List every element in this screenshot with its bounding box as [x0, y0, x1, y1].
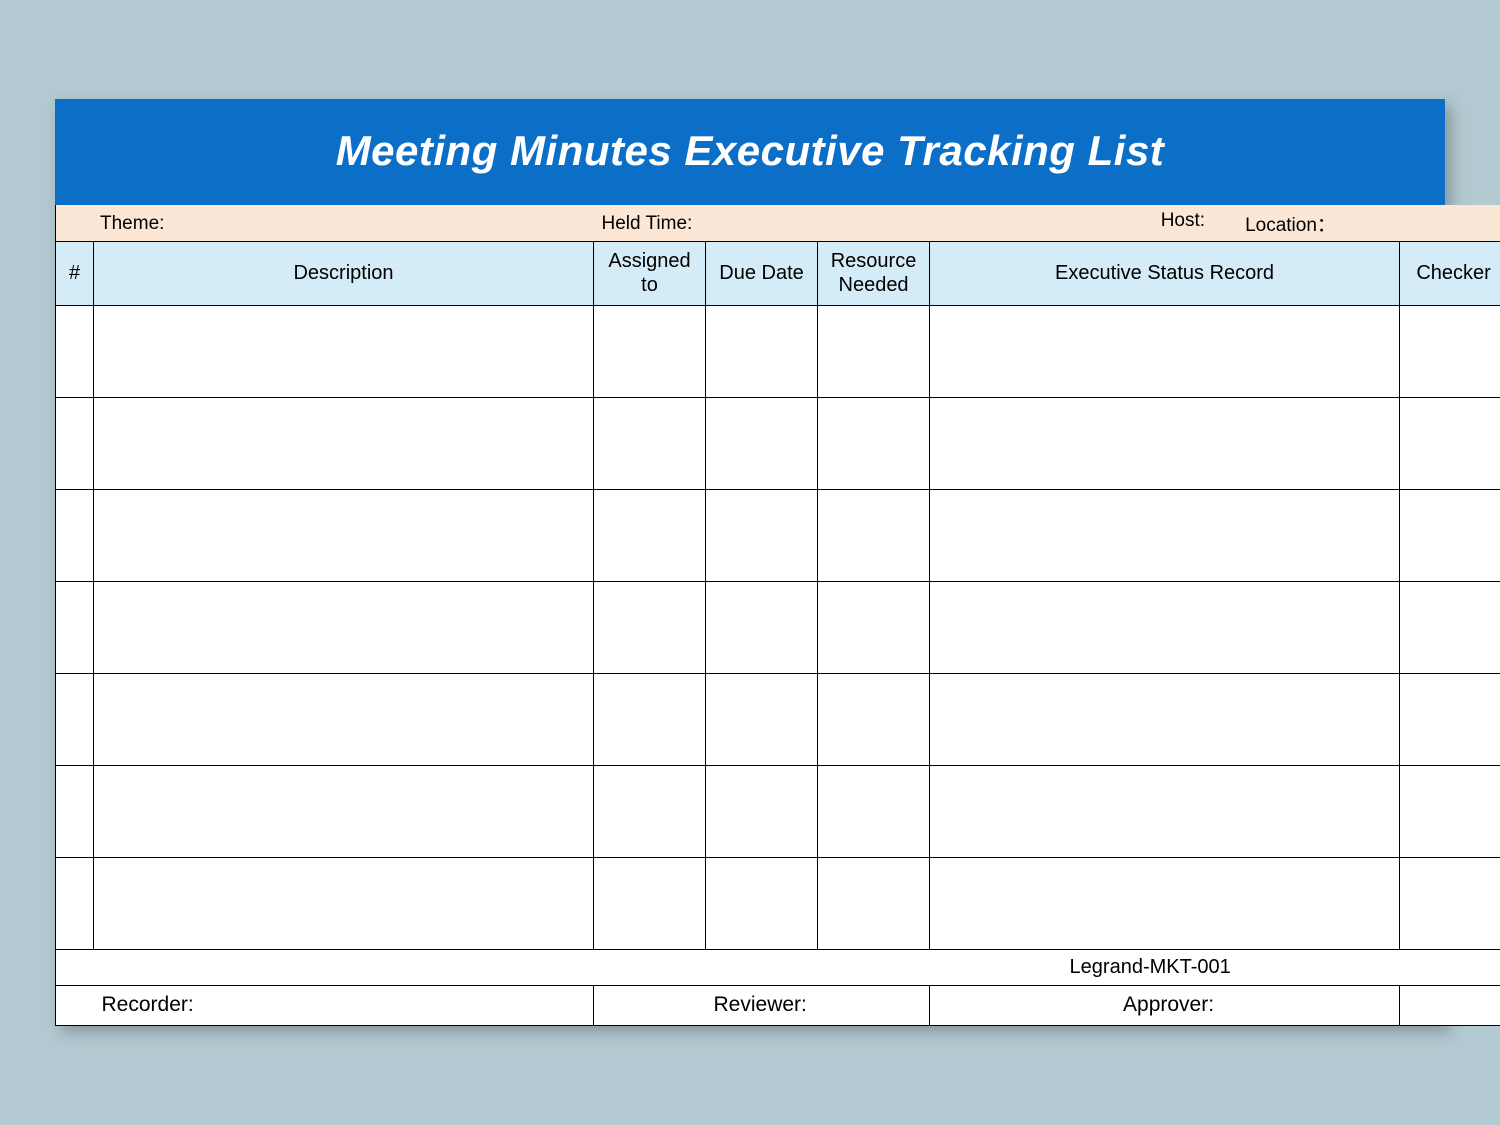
- column-header-row: # Description Assigned to Due Date Resou…: [56, 241, 1500, 305]
- held-time-label: Held Time:: [602, 213, 693, 234]
- meta-row: Theme: Held Time: Host: Location：: [56, 205, 1500, 241]
- col-header-resource-needed: Resource Needed: [818, 241, 930, 305]
- col-header-status-record: Executive Status Record: [930, 241, 1400, 305]
- meeting-minutes-document: Meeting Minutes Executive Tracking List …: [55, 99, 1445, 1026]
- theme-label: Theme:: [100, 213, 164, 234]
- table-row: [56, 765, 1500, 857]
- col-header-checker: Checker: [1400, 241, 1500, 305]
- recorder-label: Recorder:: [102, 993, 194, 1016]
- col-header-description: Description: [94, 241, 594, 305]
- approver-label: Approver:: [1123, 993, 1214, 1016]
- reviewer-label: Reviewer:: [714, 993, 807, 1016]
- table-row: [56, 673, 1500, 765]
- table-row: [56, 581, 1500, 673]
- col-header-assigned-to: Assigned to: [594, 241, 706, 305]
- table-row: [56, 397, 1500, 489]
- col-header-num: #: [56, 241, 94, 305]
- table-row: [56, 857, 1500, 949]
- col-header-due-date: Due Date: [706, 241, 818, 305]
- host-label: Host:: [1161, 210, 1205, 237]
- location-label: Location：: [1245, 210, 1336, 237]
- table-row: [56, 305, 1500, 397]
- table-row: [56, 489, 1500, 581]
- doc-code: Legrand-MKT-001: [1070, 956, 1231, 978]
- tracking-table: Theme: Held Time: Host: Location： # Desc…: [55, 205, 1500, 1026]
- footer-row: Recorder: Reviewer: Approver:: [56, 985, 1500, 1025]
- doc-code-row: Legrand-MKT-001: [56, 949, 1500, 985]
- page-title: Meeting Minutes Executive Tracking List: [55, 99, 1445, 205]
